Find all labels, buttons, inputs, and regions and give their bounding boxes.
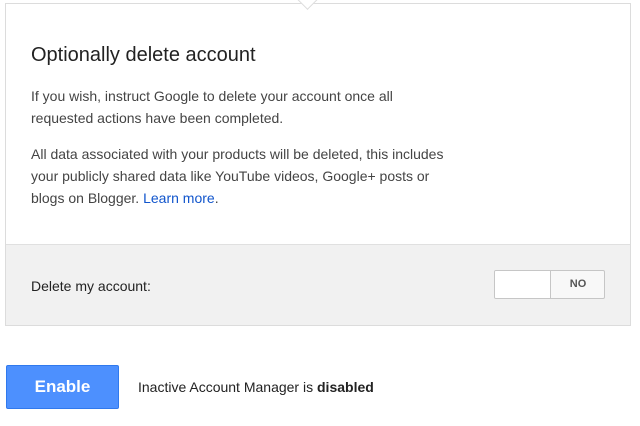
card-body: Optionally delete account If you wish, i… xyxy=(6,4,630,244)
learn-more-link[interactable]: Learn more xyxy=(143,190,215,206)
status-text: Inactive Account Manager is disabled xyxy=(138,379,374,395)
card-pointer-icon xyxy=(295,0,319,13)
card-data-warning: All data associated with your products w… xyxy=(31,143,451,209)
delete-account-card: Optionally delete account If you wish, i… xyxy=(5,3,631,326)
delete-account-toggle[interactable]: NO xyxy=(494,270,605,299)
toggle-value: NO xyxy=(569,278,587,290)
enable-button[interactable]: Enable xyxy=(6,365,119,409)
status-value: disabled xyxy=(317,379,374,395)
card-title: Optionally delete account xyxy=(31,44,256,66)
data-warning-end: . xyxy=(214,190,219,206)
delete-account-label: Delete my account: xyxy=(31,278,151,294)
card-description: If you wish, instruct Google to delete y… xyxy=(31,88,393,126)
page: Optionally delete account If you wish, i… xyxy=(0,0,640,426)
card-footer: Delete my account: NO xyxy=(6,244,630,325)
data-warning-text: All data associated with your products w… xyxy=(31,146,444,206)
toggle-knob xyxy=(495,271,551,298)
status-prefix: Inactive Account Manager is xyxy=(138,379,317,395)
